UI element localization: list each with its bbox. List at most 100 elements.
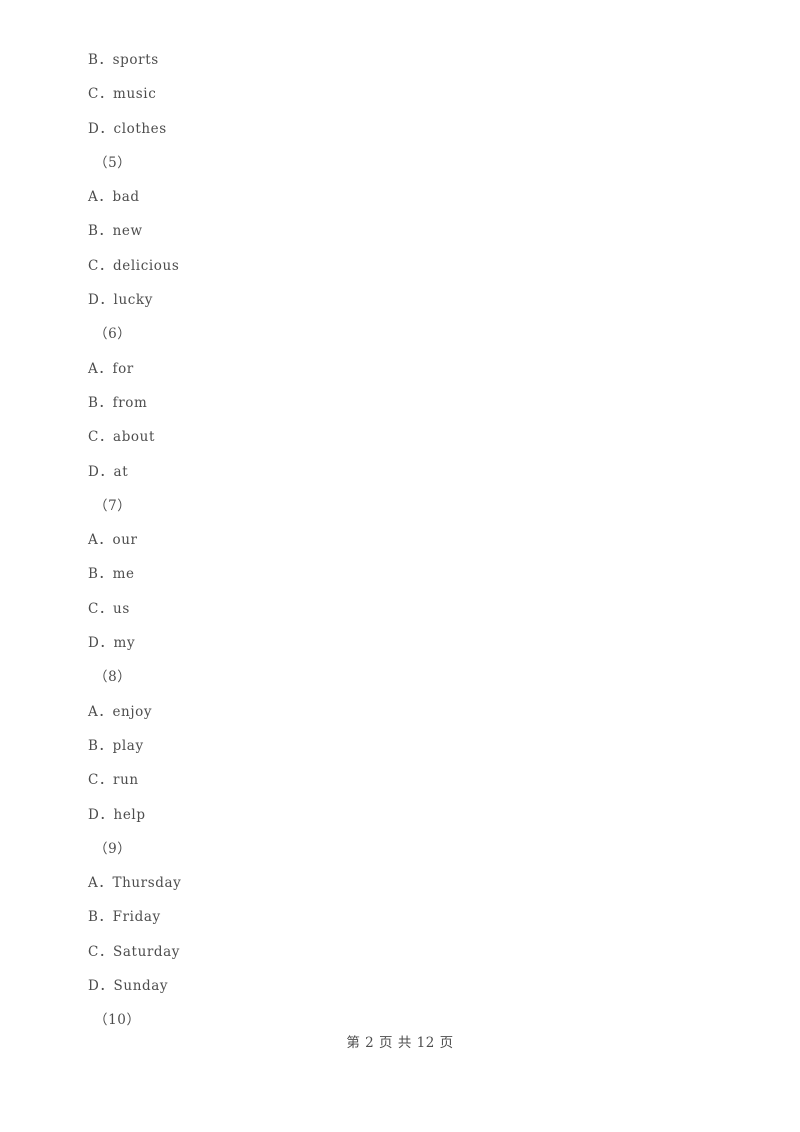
answer-option: B．sports bbox=[88, 43, 708, 77]
option-letter: D bbox=[88, 806, 100, 823]
option-text: Sunday bbox=[113, 978, 169, 995]
option-letter: C bbox=[88, 429, 99, 446]
answer-option: C．about bbox=[88, 420, 708, 454]
option-separator: ． bbox=[99, 978, 114, 995]
option-letter: B bbox=[88, 223, 99, 240]
option-separator: ． bbox=[99, 463, 114, 480]
option-text: run bbox=[113, 772, 139, 789]
option-separator: ． bbox=[98, 257, 114, 274]
answer-option: B．new bbox=[88, 214, 708, 248]
answer-option: B．Friday bbox=[88, 900, 708, 934]
option-letter: A bbox=[88, 360, 99, 377]
option-separator: ． bbox=[98, 52, 113, 68]
option-letter: D bbox=[88, 120, 100, 137]
answer-option: D．my bbox=[88, 626, 708, 660]
option-text: Friday bbox=[112, 909, 161, 926]
option-letter: D bbox=[88, 978, 100, 995]
option-separator: ． bbox=[98, 600, 114, 617]
option-letter: B bbox=[88, 394, 99, 411]
option-separator: ． bbox=[98, 703, 113, 720]
option-separator: ． bbox=[98, 875, 113, 892]
answer-option: A．bad bbox=[88, 180, 708, 214]
answer-option: D．help bbox=[88, 798, 708, 832]
option-text: me bbox=[112, 566, 135, 583]
option-text: enjoy bbox=[112, 703, 153, 720]
option-separator: ． bbox=[99, 635, 114, 652]
option-letter: C bbox=[88, 257, 99, 274]
option-letter: C bbox=[88, 600, 99, 617]
option-text: clothes bbox=[113, 120, 167, 137]
option-letter: C bbox=[88, 772, 99, 789]
option-text: bad bbox=[112, 189, 140, 206]
answer-option: C．Saturday bbox=[88, 935, 708, 969]
answer-option: B．me bbox=[88, 557, 708, 591]
option-separator: ． bbox=[98, 943, 114, 960]
option-separator: ． bbox=[99, 120, 114, 137]
option-separator: ． bbox=[98, 360, 113, 377]
option-text: for bbox=[112, 360, 134, 377]
answer-option: C．delicious bbox=[88, 249, 708, 283]
question-number: （8） bbox=[94, 669, 132, 686]
option-text: about bbox=[113, 429, 155, 446]
answer-option: D．lucky bbox=[88, 283, 708, 317]
option-text: music bbox=[113, 86, 157, 103]
option-letter: A bbox=[88, 189, 99, 206]
answer-option: D．clothes bbox=[88, 112, 708, 146]
option-separator: ． bbox=[99, 292, 114, 309]
option-separator: ． bbox=[98, 737, 113, 754]
option-letter: B bbox=[88, 737, 99, 754]
question-number: （9） bbox=[94, 840, 132, 857]
option-separator: ． bbox=[98, 223, 113, 240]
option-text: delicious bbox=[113, 257, 180, 274]
option-letter: B bbox=[88, 909, 99, 926]
option-letter: C bbox=[88, 943, 99, 960]
option-text: Thursday bbox=[112, 875, 182, 892]
answer-option: A．Thursday bbox=[88, 866, 708, 900]
option-letter: D bbox=[88, 635, 100, 652]
answer-option: C．run bbox=[88, 763, 708, 797]
option-text: my bbox=[113, 635, 136, 652]
option-text: sports bbox=[112, 52, 159, 68]
question-number: （5） bbox=[94, 154, 132, 171]
answer-option: D．Sunday bbox=[88, 969, 708, 1003]
option-separator: ． bbox=[98, 429, 114, 446]
answer-option: A．our bbox=[88, 523, 708, 557]
option-text: help bbox=[113, 806, 146, 823]
option-text: from bbox=[112, 394, 148, 411]
option-text: at bbox=[113, 463, 129, 480]
option-text: play bbox=[112, 737, 144, 754]
option-letter: B bbox=[88, 566, 99, 583]
option-text: lucky bbox=[113, 292, 153, 309]
option-text: Saturday bbox=[113, 943, 181, 960]
answer-option: D．at bbox=[88, 455, 708, 489]
question-number: （7） bbox=[94, 497, 132, 514]
option-letter: C bbox=[88, 86, 99, 103]
answer-option: C．music bbox=[88, 77, 708, 111]
option-separator: ． bbox=[98, 86, 114, 103]
option-letter: A bbox=[88, 875, 99, 892]
document-page: B．sports C．music D．clothes （5） A．bad B．new C．d… bbox=[0, 0, 800, 1132]
option-separator: ． bbox=[98, 532, 113, 549]
option-text: new bbox=[112, 223, 143, 240]
option-separator: ． bbox=[98, 394, 113, 411]
option-letter: A bbox=[88, 703, 99, 720]
option-text: our bbox=[112, 532, 138, 549]
question-list: B．sports C．music D．clothes （5） A．bad B．new C．d… bbox=[88, 43, 708, 1038]
answer-option: A．for bbox=[88, 352, 708, 386]
question-number: （6） bbox=[94, 326, 132, 343]
option-letter: B bbox=[88, 52, 99, 68]
option-letter: A bbox=[88, 532, 99, 549]
answer-option: B．from bbox=[88, 386, 708, 420]
answer-option: B．play bbox=[88, 729, 708, 763]
option-separator: ． bbox=[98, 566, 113, 583]
answer-option: A．enjoy bbox=[88, 695, 708, 729]
option-letter: D bbox=[88, 463, 100, 480]
page-footer: 第 2 页 共 12 页 bbox=[346, 1035, 454, 1051]
answer-option: C．us bbox=[88, 592, 708, 626]
option-separator: ． bbox=[98, 772, 114, 789]
option-separator: ． bbox=[99, 806, 114, 823]
option-text: us bbox=[113, 600, 130, 617]
option-separator: ． bbox=[98, 189, 113, 206]
option-letter: D bbox=[88, 292, 100, 309]
option-separator: ． bbox=[98, 909, 113, 926]
